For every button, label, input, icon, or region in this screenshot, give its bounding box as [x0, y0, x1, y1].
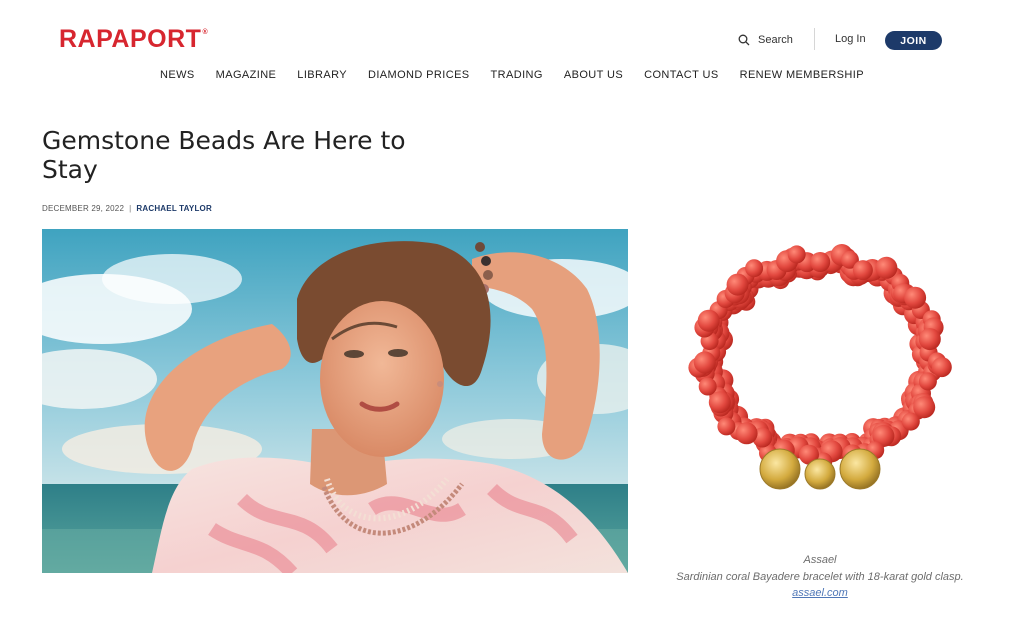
byline-separator: | [129, 204, 132, 213]
hero-image [42, 229, 628, 573]
nav-item-renew-membership[interactable]: RENEW MEMBERSHIP [740, 69, 864, 81]
article-author[interactable]: RACHAEL TAYLOR [136, 204, 212, 213]
caption-brand: Assael [803, 554, 837, 566]
search-icon [738, 34, 750, 46]
coral-bead [852, 260, 873, 281]
coral-bead [918, 372, 937, 391]
coral-bead [717, 417, 736, 436]
coral-bead [697, 309, 720, 332]
registered-mark: ® [202, 29, 209, 36]
nav-item-trading[interactable]: TRADING [491, 69, 543, 81]
nav-item-library[interactable]: LIBRARY [297, 69, 347, 81]
main-nav: NEWS MAGAZINE LIBRARY DIAMOND PRICES TRA… [0, 69, 1024, 81]
nav-item-about-us[interactable]: ABOUT US [564, 69, 623, 81]
coral-bead [875, 256, 898, 279]
coral-bead [918, 328, 941, 351]
coral-bead [787, 245, 806, 264]
coral-bead [901, 412, 920, 431]
rapaport-logo[interactable]: RAPAPORT® [59, 25, 208, 54]
coral-bead [735, 422, 758, 445]
login-link[interactable]: Log In [835, 33, 866, 45]
coral-bead [693, 351, 716, 374]
nav-item-contact-us[interactable]: CONTACT US [644, 69, 719, 81]
coral-bead [708, 391, 731, 414]
gold-clasp-bead [804, 458, 836, 490]
search-button[interactable]: Search [738, 34, 793, 46]
header-actions: Search [738, 29, 793, 51]
bracelet-image [665, 222, 985, 522]
article-byline: DECEMBER 29, 2022 | RACHAEL TAYLOR [42, 204, 212, 213]
coral-bead [745, 259, 764, 278]
nav-item-magazine[interactable]: MAGAZINE [216, 69, 277, 81]
coral-bead [810, 252, 831, 272]
coral-bead [726, 273, 749, 296]
coral-bead [931, 357, 952, 378]
search-label: Search [758, 34, 793, 46]
logo-text: RAPAPORT [59, 25, 202, 53]
caption-description: Sardinian coral Bayadere bracelet with 1… [676, 570, 964, 583]
article-date: DECEMBER 29, 2022 [42, 204, 125, 213]
nav-item-news[interactable]: NEWS [160, 69, 195, 81]
coral-bead [904, 286, 927, 309]
coral-bead [698, 377, 717, 396]
caption-link[interactable]: assael.com [792, 587, 848, 599]
nav-item-diamond-prices[interactable]: DIAMOND PRICES [368, 69, 470, 81]
article-title: Gemstone Beads Are Here to Stay [42, 126, 406, 184]
gold-clasp-bead [839, 448, 881, 490]
join-button[interactable]: JOIN [885, 31, 942, 50]
header-divider [814, 28, 815, 50]
gold-clasp-bead [759, 448, 801, 490]
image-caption: Assael Sardinian coral Bayadere bracelet… [640, 552, 1000, 602]
